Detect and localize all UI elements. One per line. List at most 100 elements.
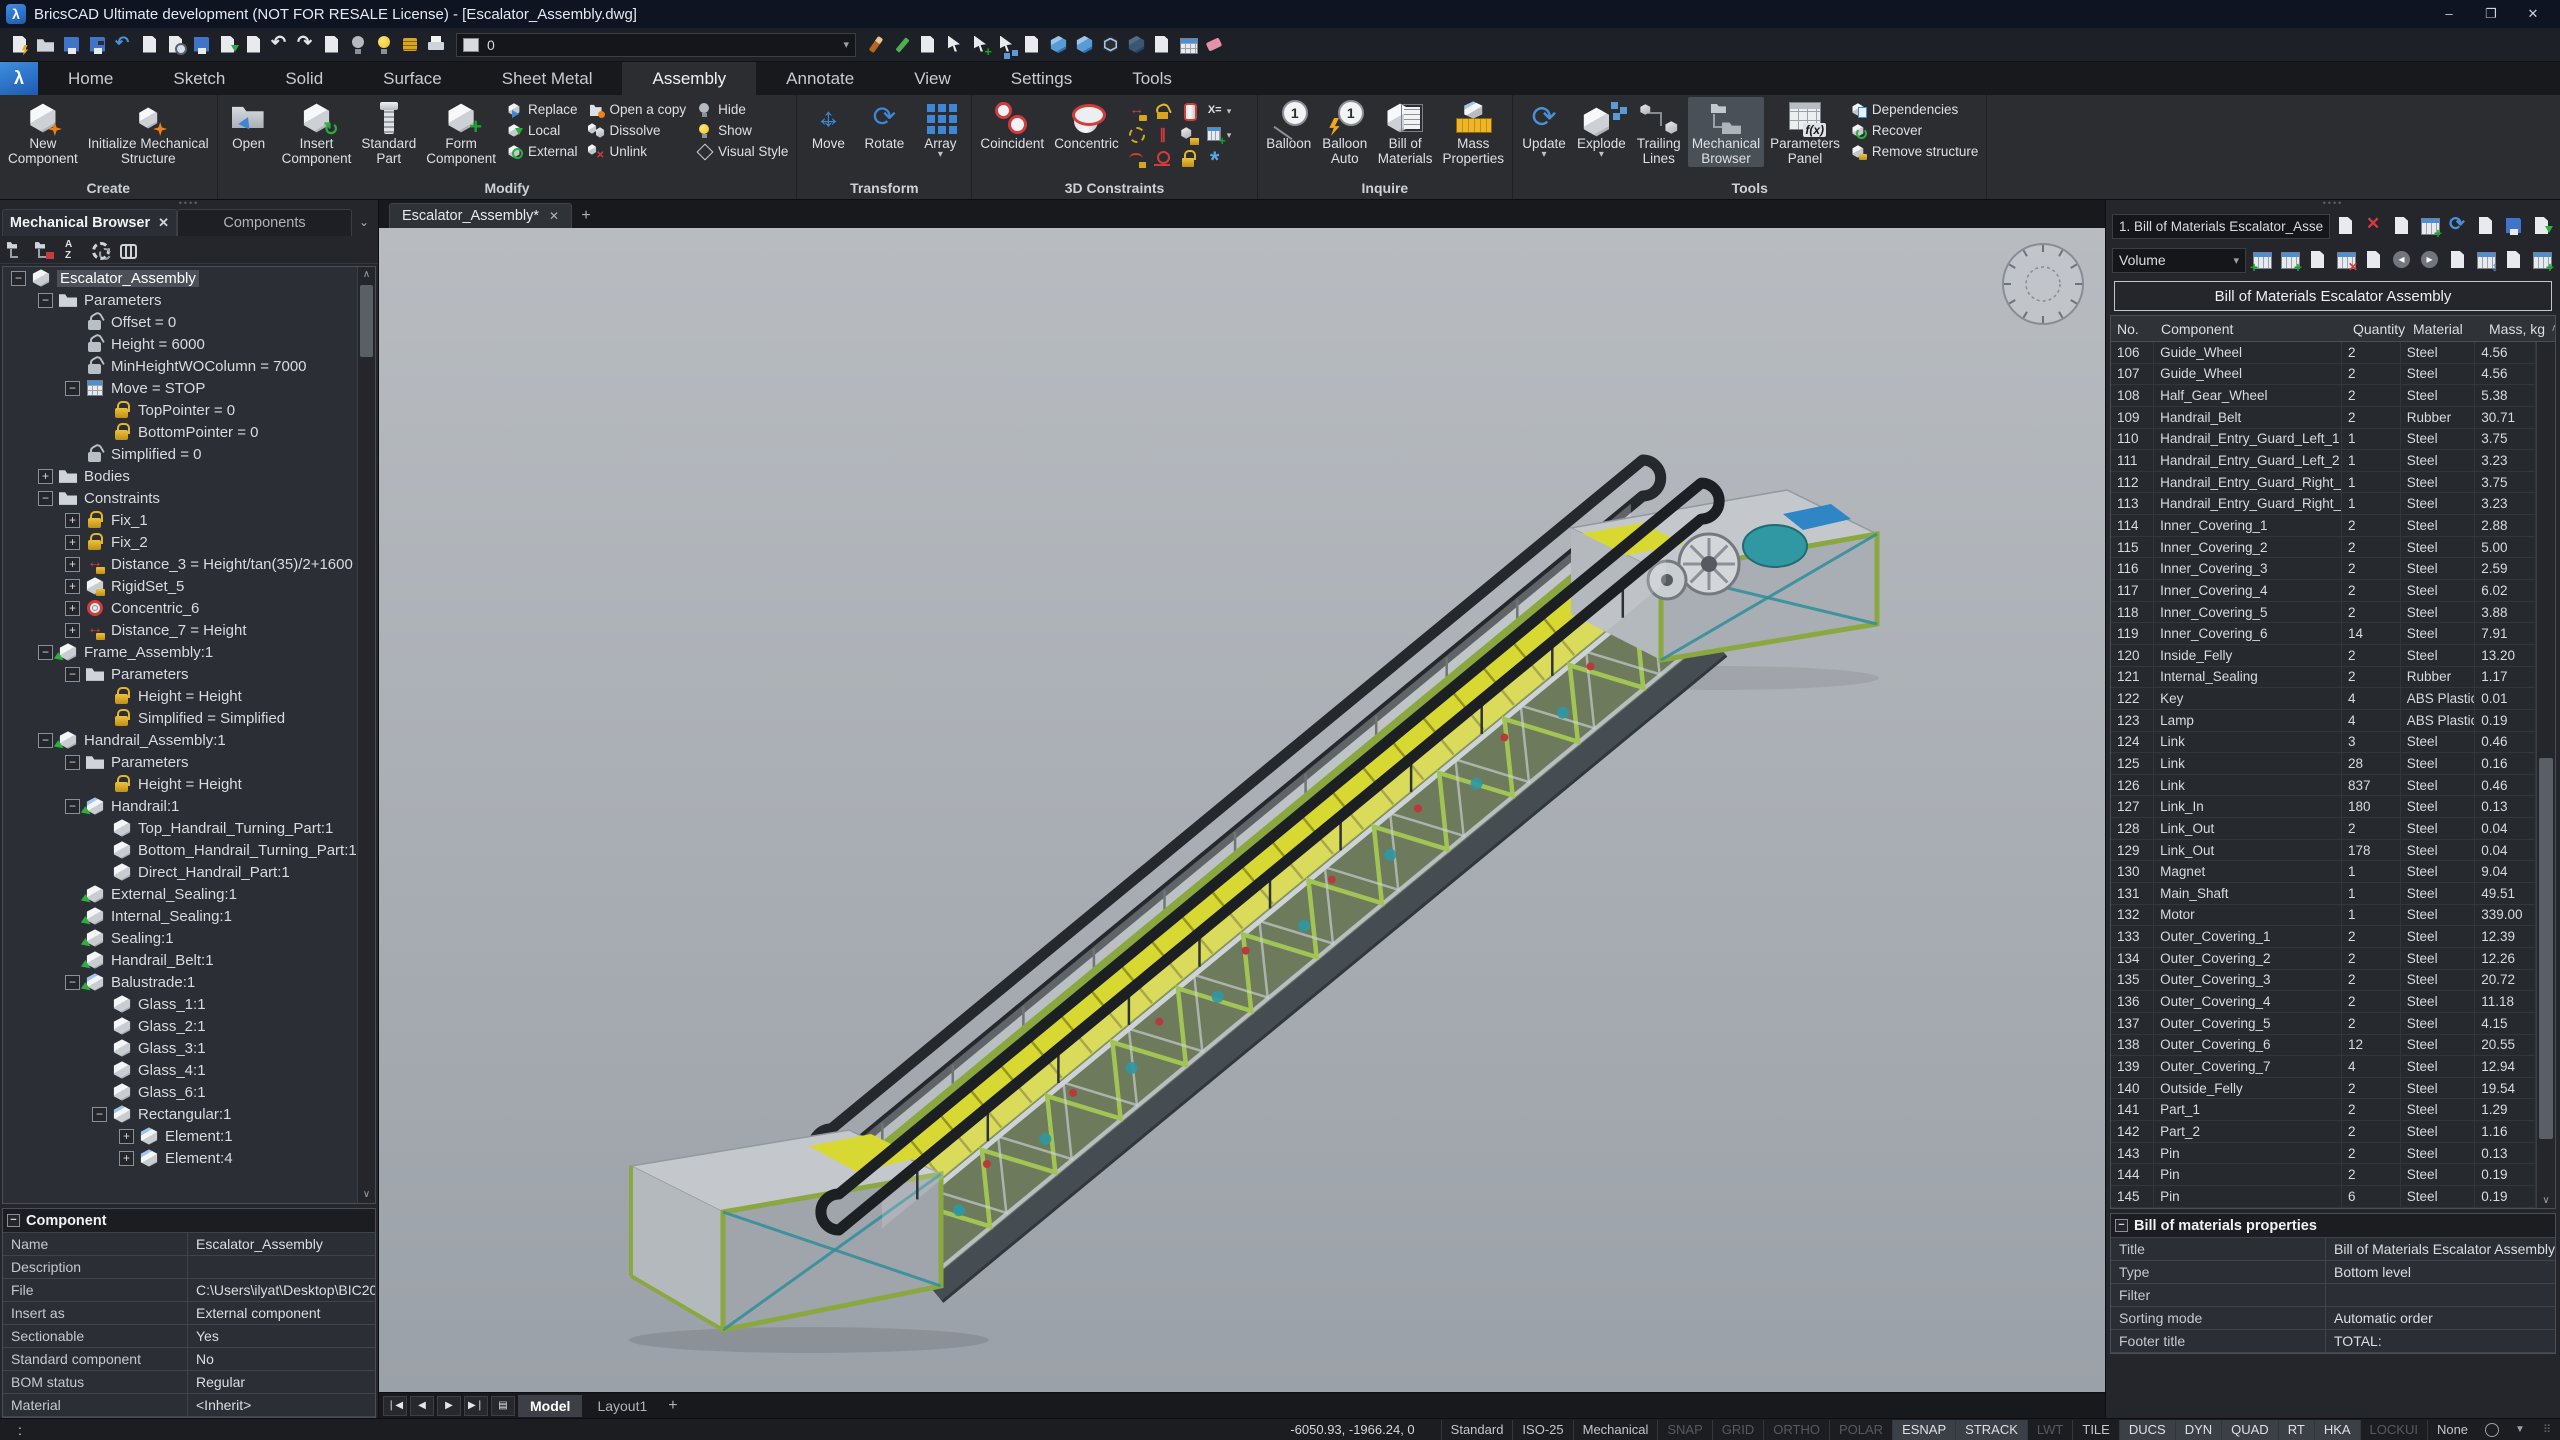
ribbon-button[interactable]: Insert Component▾ (278, 97, 356, 167)
ribbon-small-button[interactable]: Hide (696, 101, 788, 118)
bom-row[interactable]: 143 Pin 2 Steel 0.13 (2111, 1142, 2536, 1165)
tree-item[interactable]: Internal_Sealing:1 (3, 905, 357, 927)
collapse-icon[interactable]: − (7, 1214, 20, 1227)
bom-row[interactable]: 122 Key 4 ABS Plastic 0.01 (2111, 688, 2536, 710)
tree-item[interactable]: Height = Height (3, 685, 357, 707)
property-row[interactable]: Footer title TOTAL: (2111, 1330, 2555, 1353)
resize-grip[interactable]: ⠿ (2533, 1423, 2552, 1436)
tree-item[interactable]: Glass_2:1 (3, 1015, 357, 1037)
tab-mechanical-browser[interactable]: Mechanical Browser ✕ (2, 209, 177, 236)
save-all-icon[interactable] (190, 33, 214, 57)
collapse-tree-icon[interactable] (6, 238, 28, 261)
status-toggle[interactable]: Mechanical (1572, 1419, 1658, 1440)
bom-row[interactable]: 124 Link 3 Steel 0.46 (2111, 731, 2536, 754)
table-add-icon[interactable] (2530, 248, 2554, 275)
ribbon-button[interactable]: Parameters Panel▾ (1766, 97, 1844, 167)
ribbon-button[interactable]: Trailing Lines▾ (1632, 97, 1686, 167)
expand-toggle[interactable]: − (65, 380, 80, 396)
ribbon-tab[interactable]: Home (38, 62, 143, 95)
bom-tool[interactable] (2390, 214, 2414, 238)
status-toggle[interactable]: ISO-25 (1512, 1419, 1572, 1440)
ribbon-button[interactable]: Rotate▾ (857, 97, 911, 152)
bom-row[interactable]: 108 Half_Gear_Wheel 2 Steel 5.38 (2111, 385, 2536, 407)
expand-toggle[interactable]: + (38, 468, 53, 484)
tree-item[interactable]: MinHeightWOColumn = 7000 (3, 355, 357, 377)
ribbon-button[interactable]: Balloon▾ (1262, 97, 1316, 152)
next-layout-button[interactable]: ▶ (437, 1395, 461, 1416)
bom-row[interactable]: 140 Outside_Felly 2 Steel 19.54 (2111, 1077, 2536, 1100)
expand-toggle[interactable]: − (38, 490, 53, 506)
expand-toggle[interactable]: − (65, 666, 80, 682)
ribbon-button[interactable]: Concentric▾ (1050, 97, 1123, 152)
bom-scrollbar[interactable]: ∨ (2536, 342, 2555, 1208)
bom-row[interactable]: 123 Lamp 4 ABS Plastic 0.19 (2111, 709, 2536, 732)
expand-toggle[interactable]: − (65, 974, 80, 990)
close-button[interactable]: ✕ (2512, 0, 2554, 28)
status-toggle[interactable]: HKA (2313, 1419, 2360, 1440)
qat-icon[interactable] (320, 33, 344, 57)
tree-item[interactable]: Glass_3:1 (3, 1037, 357, 1059)
tree-item[interactable]: + Bodies (3, 465, 357, 487)
export-doc-icon[interactable] (2530, 214, 2554, 238)
command-prompt[interactable]: : (8, 1422, 32, 1438)
status-toggle[interactable]: GRID (1711, 1419, 1764, 1440)
tree-item[interactable]: − Constraints (3, 487, 357, 509)
tree-item[interactable]: TopPointer = 0 (3, 399, 357, 421)
status-toggle[interactable]: DYN (2174, 1419, 2222, 1440)
expand-toggle[interactable]: − (65, 798, 80, 814)
tree-item[interactable]: − Rectangular:1 (3, 1103, 357, 1125)
cage-icon[interactable] (398, 33, 422, 57)
expand-toggle[interactable]: + (65, 600, 80, 616)
bom-row[interactable]: 139 Outer_Covering_7 4 Steel 12.94 (2111, 1056, 2536, 1078)
ribbon-tab[interactable]: Surface (353, 62, 472, 95)
prev-layout-button[interactable]: ◀ (410, 1395, 434, 1416)
status-toggle[interactable]: LWT (2026, 1419, 2072, 1440)
ribbon-small-button[interactable]: Dissolve (588, 122, 687, 139)
constraint-button[interactable]: ▾ (1127, 125, 1147, 145)
bom-row[interactable]: 133 Outer_Covering_1 2 Steel 12.39 (2111, 926, 2536, 948)
layout-tab[interactable]: Model (518, 1394, 583, 1417)
bom-row[interactable]: 107 Guide_Wheel 2 Steel 4.56 (2111, 363, 2536, 386)
constraint-button[interactable]: ▾ (1179, 149, 1199, 169)
tree-item[interactable]: − Escalator_Assembly (3, 267, 357, 289)
cursor-select-icon[interactable] (942, 33, 966, 57)
maximize-button[interactable]: ❐ (2470, 0, 2512, 28)
tree-item[interactable]: Height = 6000 (3, 333, 357, 355)
tree-item[interactable]: + Distance_7 = Height (3, 619, 357, 641)
ribbon-button[interactable]: Form Component▾ (422, 97, 500, 167)
property-row[interactable]: Insert as External component (3, 1302, 375, 1325)
property-row[interactable]: Sorting mode Automatic order (2111, 1307, 2555, 1330)
row-height-icon[interactable] (2474, 248, 2498, 274)
save-as-icon[interactable] (86, 33, 110, 57)
bom-row[interactable]: 119 Inner_Covering_6 14 Steel 7.91 (2111, 623, 2536, 645)
redo-icon[interactable] (294, 32, 318, 57)
expand-toggle[interactable]: − (65, 754, 80, 770)
ribbon-button[interactable]: Bill of Materials▾ (1374, 97, 1437, 167)
bom-row[interactable]: 116 Inner_Covering_3 2 Steel 2.59 (2111, 558, 2536, 581)
constraint-button[interactable]: ▾ (1205, 149, 1225, 169)
status-toggle[interactable]: POLAR (1829, 1419, 1892, 1440)
ribbon-small-button[interactable]: Remove structure (1850, 143, 1978, 160)
status-toggle[interactable]: SNAP (1657, 1419, 1711, 1440)
qat-icon[interactable] (1150, 33, 1174, 57)
bom-table-header[interactable]: No. Component Quantity Material Mass, kg… (2111, 316, 2555, 342)
tree-item[interactable]: − Handrail:1 (3, 795, 357, 817)
tree-scrollbar[interactable]: ∧ ∨ (357, 267, 375, 1203)
tree-item[interactable]: Sealing:1 (3, 927, 357, 949)
bom-row[interactable]: 111 Handrail_Entry_Guard_Left_2 1 Steel … (2111, 450, 2536, 472)
status-toggle[interactable]: TILE (2072, 1419, 2118, 1440)
bom-row[interactable]: 141 Part_1 2 Steel 1.29 (2111, 1099, 2536, 1122)
layout-tab[interactable]: Layout1 (585, 1395, 659, 1417)
undo-icon[interactable] (268, 32, 292, 57)
minimize-button[interactable]: – (2428, 0, 2470, 28)
panel-drag-handle[interactable]: •••• (0, 199, 378, 209)
bom-row[interactable]: 137 Outer_Covering_5 2 Steel 4.15 (2111, 1012, 2536, 1035)
constraint-button[interactable]: ▾ (1153, 125, 1173, 145)
tree-item[interactable]: Bottom_Handrail_Turning_Part:1 (3, 839, 357, 861)
expand-toggle[interactable]: + (65, 512, 80, 528)
property-row[interactable]: Type Bottom level (2111, 1261, 2555, 1284)
tree-item[interactable]: Glass_4:1 (3, 1059, 357, 1081)
constraint-button[interactable]: ▾ (1179, 125, 1199, 145)
tree-item[interactable]: − Move = STOP (3, 377, 357, 399)
ribbon-button[interactable]: Move▾ (801, 97, 855, 152)
